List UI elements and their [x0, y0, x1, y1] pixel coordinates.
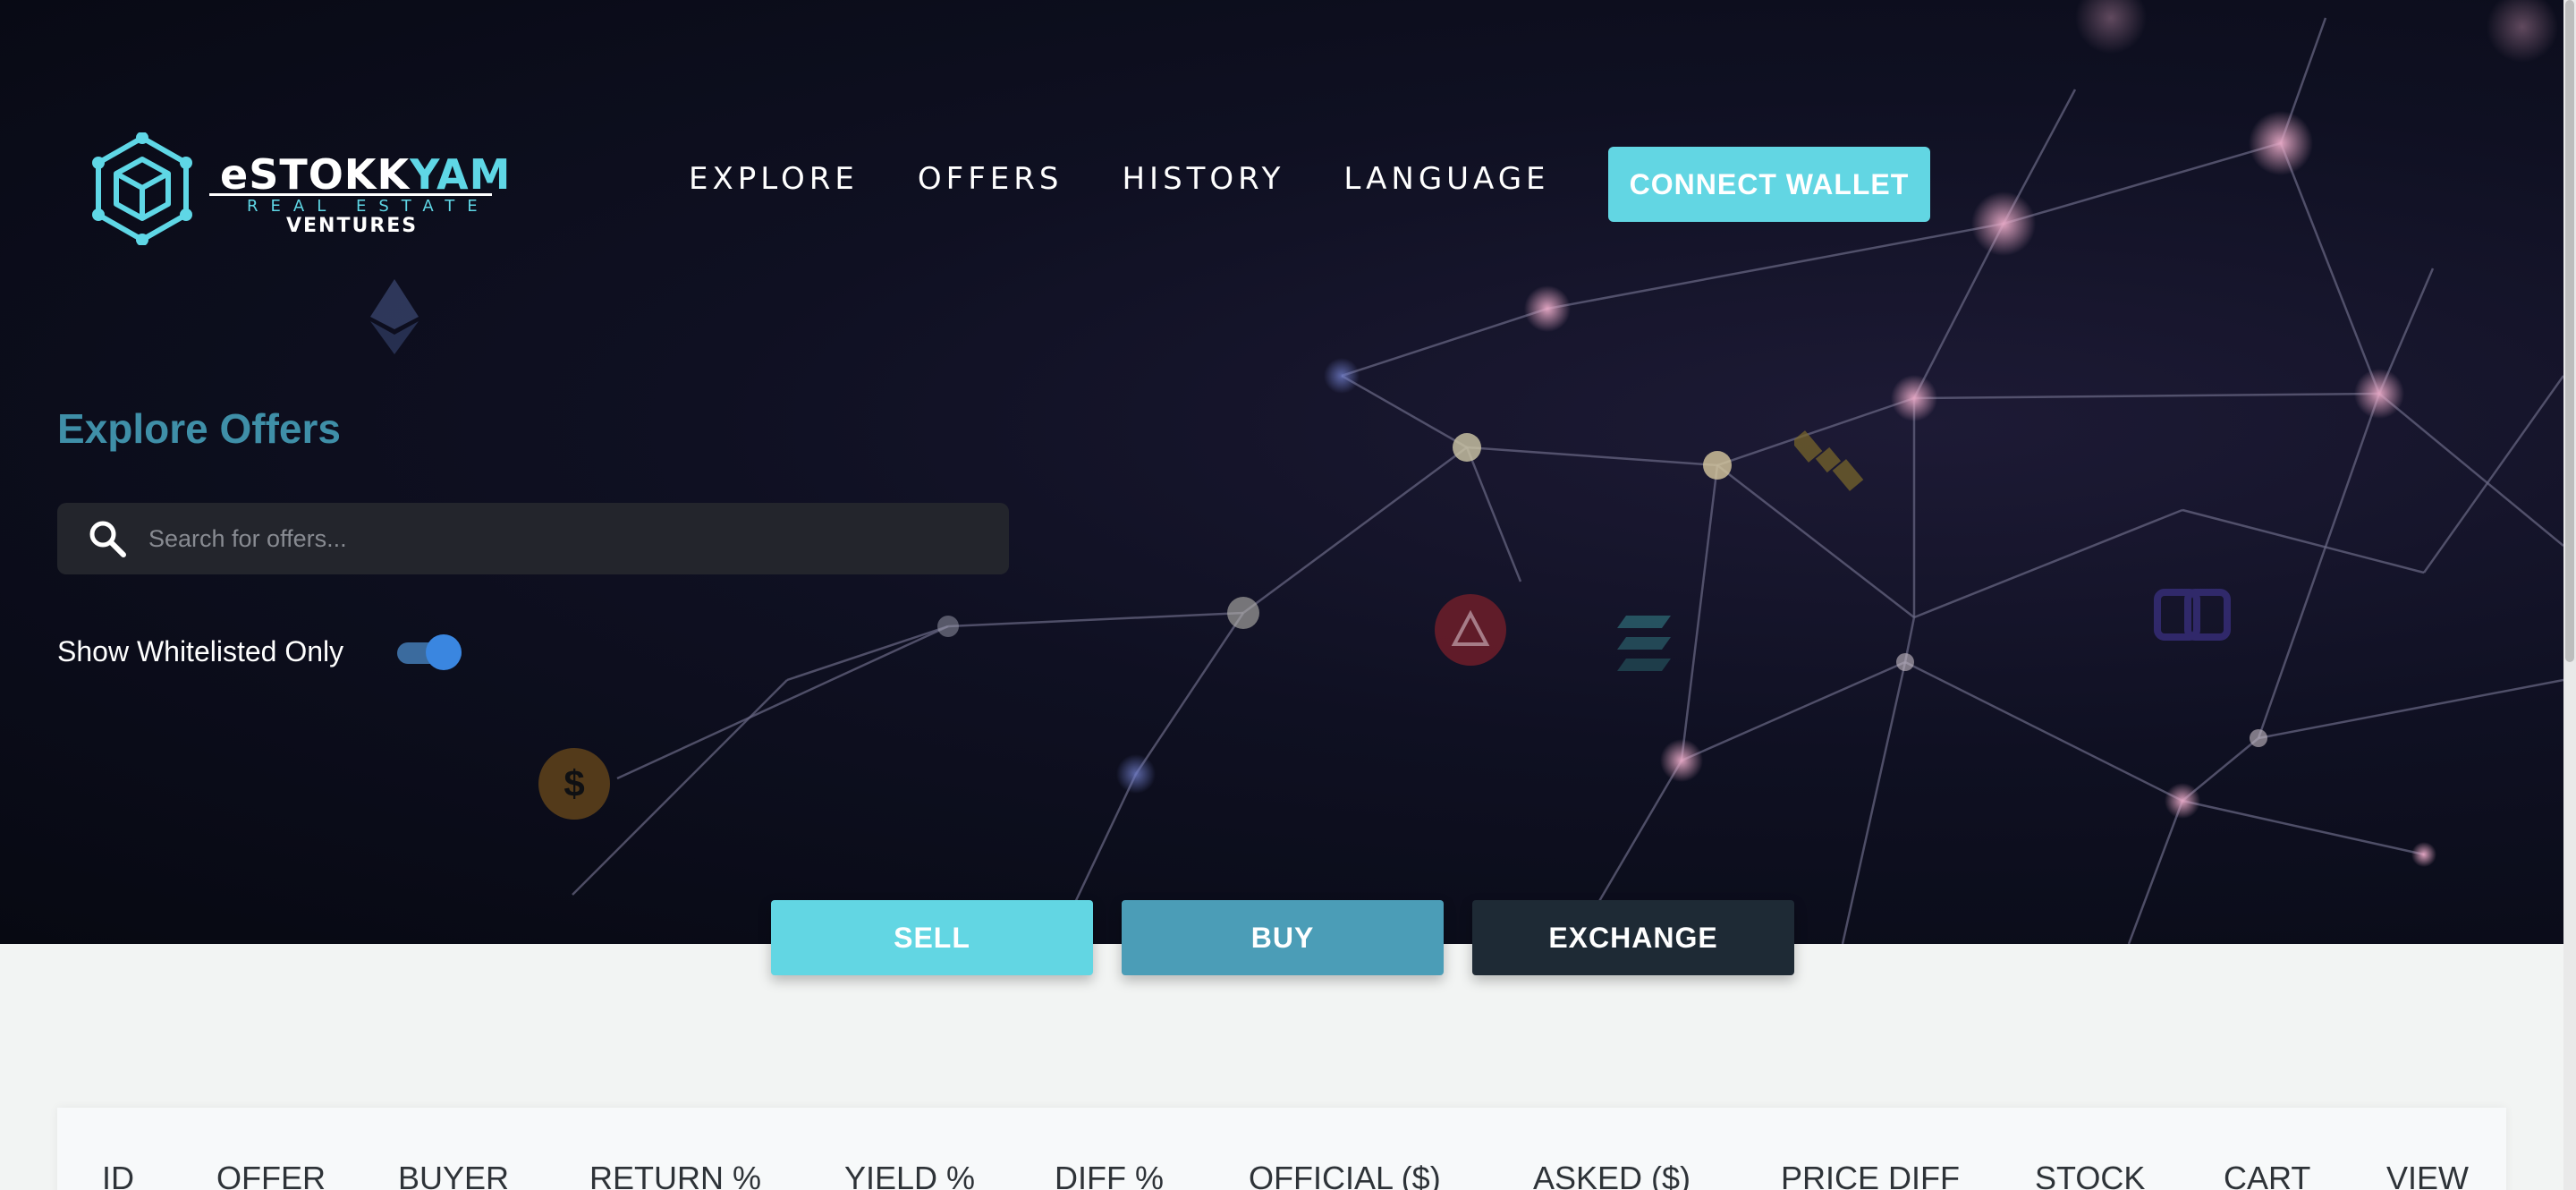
chainlink-icon — [2154, 589, 2231, 641]
main-nav: EXPLORE OFFERS HISTORY LANGUAGE — [689, 161, 1609, 197]
cube-logo-icon — [92, 132, 192, 245]
stacks-icon — [1617, 616, 1671, 671]
column-header-return[interactable]: RETURN % — [589, 1160, 761, 1190]
table-header: ID OFFER BUYER RETURN % YIELD % DIFF % O… — [57, 1160, 2506, 1190]
column-header-cart[interactable]: CART — [2224, 1160, 2310, 1190]
nav-language[interactable]: LANGUAGE — [1343, 161, 1549, 197]
nav-offers[interactable]: OFFERS — [918, 161, 1063, 197]
hero-section: eSTOKKYAM REAL ESTATE VENTURES EXPLORE O… — [0, 0, 2563, 944]
column-header-yield[interactable]: YIELD % — [844, 1160, 975, 1190]
tab-sell[interactable]: SELL — [771, 900, 1093, 975]
nav-history[interactable]: HISTORY — [1122, 161, 1284, 197]
offers-table: ID OFFER BUYER RETURN % YIELD % DIFF % O… — [57, 1108, 2506, 1190]
brand-subtitle: REAL ESTATE — [247, 197, 490, 216]
satellite-icon — [1794, 430, 1864, 491]
column-header-diff[interactable]: DIFF % — [1055, 1160, 1164, 1190]
column-header-buyer[interactable]: BUYER — [398, 1160, 509, 1190]
search-icon — [89, 521, 126, 557]
whitelist-label: Show Whitelisted Only — [57, 635, 344, 667]
column-header-view[interactable]: VIEW — [2386, 1160, 2469, 1190]
scrollbar-thumb[interactable] — [2565, 0, 2574, 662]
search-bar[interactable] — [57, 503, 1009, 574]
brand-logo[interactable]: eSTOKKYAM REAL ESTATE VENTURES — [89, 132, 510, 249]
column-header-asked[interactable]: ASKED ($) — [1533, 1160, 1690, 1190]
brand-ventures: VENTURES — [286, 215, 419, 237]
dollar-coin-icon: $ — [538, 748, 610, 820]
tab-buy[interactable]: BUY — [1122, 900, 1444, 975]
scrollbar[interactable] — [2563, 0, 2576, 1190]
column-header-stock[interactable]: STOCK — [2035, 1160, 2145, 1190]
toggle-knob — [426, 634, 462, 670]
column-header-official[interactable]: OFFICIAL ($) — [1249, 1160, 1441, 1190]
column-header-id[interactable]: ID — [102, 1160, 134, 1190]
brand-wordmark: eSTOKKYAM — [220, 150, 512, 199]
column-header-offer[interactable]: OFFER — [216, 1160, 326, 1190]
search-input[interactable] — [148, 524, 953, 553]
ethereum-icon — [370, 279, 419, 354]
page-title: Explore Offers — [57, 405, 341, 452]
whitelist-toggle[interactable] — [397, 634, 465, 670]
tab-exchange[interactable]: EXCHANGE — [1472, 900, 1794, 975]
offer-type-tabs: SELL BUY EXCHANGE — [771, 900, 1823, 975]
connect-wallet-button[interactable]: CONNECT WALLET — [1608, 147, 1930, 222]
brand-divider — [209, 193, 492, 196]
column-header-price-diff[interactable]: PRICE DIFF — [1781, 1160, 1960, 1190]
arbitrum-icon — [1435, 594, 1506, 666]
nav-explore[interactable]: EXPLORE — [689, 161, 859, 197]
